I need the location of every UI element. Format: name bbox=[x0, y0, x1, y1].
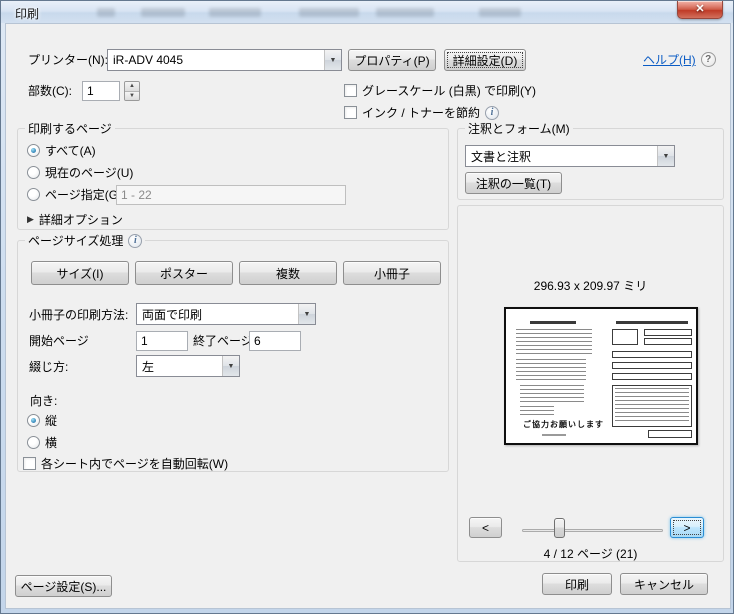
booklet-method-label: 小冊子の印刷方法: bbox=[29, 307, 128, 323]
chevron-down-icon: ▼ bbox=[657, 146, 674, 166]
page-range-input[interactable] bbox=[116, 185, 346, 205]
pages-to-print-group: 印刷するページ すべて(A) 現在のページ(U) ページ指定(G) ▶ 詳細オプ… bbox=[17, 128, 449, 230]
preview-right-page bbox=[610, 317, 694, 441]
radio-page-range-label: ページ指定(G) bbox=[45, 186, 122, 203]
background-ghost-text bbox=[209, 8, 261, 17]
radio-all-pages-label: すべて(A) bbox=[45, 142, 96, 159]
info-icon[interactable]: i bbox=[128, 234, 142, 248]
printer-select-value: iR-ADV 4045 bbox=[108, 53, 324, 67]
next-page-button[interactable]: > bbox=[670, 517, 704, 538]
radio-portrait[interactable] bbox=[27, 414, 40, 427]
copies-label: 部数(C): bbox=[28, 83, 72, 99]
background-ghost-text bbox=[97, 8, 115, 17]
copies-input[interactable] bbox=[82, 81, 120, 101]
background-ghost-text bbox=[376, 8, 434, 17]
end-page-label: 終了ページ bbox=[193, 333, 253, 349]
binding-label: 綴じ方: bbox=[29, 359, 68, 375]
chevron-down-icon: ▼ bbox=[298, 304, 315, 324]
save-ink-checkbox[interactable] bbox=[344, 106, 357, 119]
background-ghost-text bbox=[299, 8, 359, 17]
comments-forms-select[interactable]: 文書と注釈 ▼ bbox=[465, 145, 675, 167]
binding-value: 左 bbox=[137, 358, 222, 375]
expander-icon[interactable]: ▶ bbox=[27, 214, 34, 225]
cancel-button[interactable]: キャンセル bbox=[620, 573, 708, 595]
chevron-down-icon: ▼ bbox=[324, 50, 341, 70]
preview-left-page: ご協力お願いします bbox=[514, 319, 594, 437]
comments-forms-group: 注釈とフォーム(M) 文書と注釈 ▼ 注釈の一覧(T) bbox=[457, 128, 724, 200]
help-icon[interactable]: ? bbox=[701, 52, 716, 67]
summarize-comments-button[interactable]: 注釈の一覧(T) bbox=[465, 172, 562, 194]
end-page-input[interactable] bbox=[249, 331, 301, 351]
pages-group-title: 印刷するページ bbox=[25, 121, 115, 137]
radio-landscape-label: 横 bbox=[45, 434, 57, 451]
radio-portrait-label: 縦 bbox=[45, 412, 57, 429]
orientation-title: 向き: bbox=[30, 393, 57, 409]
close-button[interactable]: ✕ bbox=[677, 1, 723, 19]
page-indicator: 4 / 12 ページ (21) bbox=[457, 545, 724, 562]
grayscale-checkbox-label: グレースケール (白黒) で印刷(Y) bbox=[362, 82, 536, 99]
preview-caption-text: ご協力お願いします bbox=[523, 419, 604, 430]
spin-down-icon[interactable]: ▼ bbox=[125, 91, 139, 101]
booklet-button[interactable]: 小冊子 bbox=[343, 261, 441, 285]
preview-size-label: 296.93 x 209.97 ミリ bbox=[457, 277, 724, 294]
radio-current-page[interactable] bbox=[27, 166, 40, 179]
print-dialog-window: 印刷 ✕ プリンター(N): iR-ADV 4045 ▼ プロパティ(P) 詳細… bbox=[0, 0, 734, 614]
booklet-method-select[interactable]: 両面で印刷 ▼ bbox=[136, 303, 316, 325]
radio-all-pages[interactable] bbox=[27, 144, 40, 157]
autorotate-checkbox-label: 各シート内でページを自動回転(W) bbox=[41, 455, 228, 472]
start-page-label: 開始ページ bbox=[29, 333, 89, 349]
poster-button[interactable]: ポスター bbox=[135, 261, 233, 285]
binding-select[interactable]: 左 ▼ bbox=[136, 355, 240, 377]
spin-up-icon[interactable]: ▲ bbox=[125, 82, 139, 91]
page-size-group: ページサイズ処理 i サイズ(I) ポスター 複数 小冊子 小冊子の印刷方法: … bbox=[17, 240, 449, 472]
prev-page-button[interactable]: < bbox=[469, 517, 502, 538]
grayscale-checkbox[interactable] bbox=[344, 84, 357, 97]
size-button[interactable]: サイズ(I) bbox=[31, 261, 129, 285]
comments-forms-title: 注釈とフォーム(M) bbox=[465, 121, 573, 137]
radio-landscape[interactable] bbox=[27, 436, 40, 449]
autorotate-checkbox[interactable] bbox=[23, 457, 36, 470]
page-preview: ご協力お願いします bbox=[504, 307, 698, 445]
save-ink-checkbox-label: インク / トナーを節約 bbox=[362, 104, 480, 121]
info-icon[interactable]: i bbox=[485, 106, 499, 120]
comments-forms-value: 文書と注釈 bbox=[466, 148, 657, 165]
page-size-group-title: ページサイズ処理 bbox=[28, 233, 123, 249]
chevron-down-icon: ▼ bbox=[222, 356, 239, 376]
printer-label: プリンター(N): bbox=[28, 52, 108, 68]
more-options-expander[interactable]: 詳細オプション bbox=[39, 211, 123, 228]
titlebar[interactable]: 印刷 ✕ bbox=[1, 1, 733, 23]
help-link[interactable]: ヘルプ(H) bbox=[643, 51, 696, 68]
printer-select[interactable]: iR-ADV 4045 ▼ bbox=[107, 49, 342, 71]
page-slider-track[interactable] bbox=[522, 529, 663, 532]
advanced-settings-button[interactable]: 詳細設定(D) bbox=[444, 49, 526, 71]
print-button[interactable]: 印刷 bbox=[542, 573, 612, 595]
background-ghost-text bbox=[141, 8, 185, 17]
background-ghost-text bbox=[479, 8, 521, 17]
radio-current-page-label: 現在のページ(U) bbox=[45, 164, 133, 181]
window-title: 印刷 bbox=[15, 5, 39, 22]
copies-stepper[interactable]: ▲ ▼ bbox=[124, 81, 140, 101]
dialog-content: プリンター(N): iR-ADV 4045 ▼ プロパティ(P) 詳細設定(D)… bbox=[5, 23, 731, 609]
page-setup-button[interactable]: ページ設定(S)... bbox=[15, 575, 112, 597]
start-page-input[interactable] bbox=[136, 331, 188, 351]
radio-page-range[interactable] bbox=[27, 188, 40, 201]
page-slider-thumb[interactable] bbox=[554, 518, 565, 538]
properties-button[interactable]: プロパティ(P) bbox=[348, 49, 436, 71]
booklet-method-value: 両面で印刷 bbox=[137, 306, 298, 323]
multiple-button[interactable]: 複数 bbox=[239, 261, 337, 285]
